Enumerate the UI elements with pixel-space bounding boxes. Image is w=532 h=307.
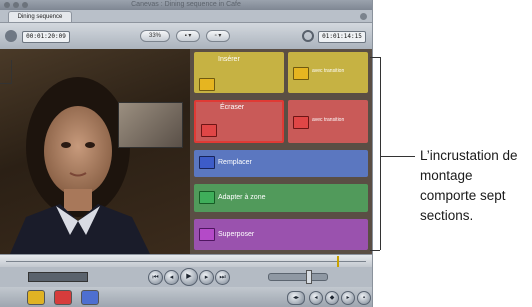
timecode-current[interactable]: 01:01:14:15 [318,31,366,43]
overlay-thumbnail [118,102,183,148]
section-label: Écraser [220,104,245,111]
replace-button[interactable] [81,290,99,305]
callout-pointer [381,156,415,157]
overlay-section-insert-with-transition[interactable]: avec transition [288,52,368,93]
canvas-window: Canevas : Dining sequence in Cafe Dining… [0,0,373,307]
jog-control[interactable] [268,273,328,281]
play-icon[interactable]: ▶ [180,268,198,286]
section-label: Adapter à zone [218,194,266,201]
window-title: Canevas : Dining sequence in Cafe [131,1,241,8]
tab-close-icon[interactable] [360,13,367,20]
video-frame-image [10,77,150,254]
overwrite-button[interactable] [54,290,72,305]
zoom-popup[interactable]: 33% [140,30,170,42]
bracket-bottom [370,250,380,251]
fit-to-fill-icon [199,191,215,204]
play-around-icon[interactable]: ▸ [199,270,214,285]
match-frame-icon[interactable]: ▪ [357,291,371,305]
scrubber-bar[interactable] [0,254,372,268]
section-sublabel: avec transition [312,117,345,123]
callout-line-left-vertical [11,60,12,84]
prev-edit-icon[interactable]: ⏮ [148,270,163,285]
transport-controls: ⏮ ◂ ▶ ▸ ⏭ [0,267,372,287]
overlay-section-overwrite[interactable]: Écraser [194,100,284,143]
mark-out-icon[interactable]: ▸ [341,291,355,305]
title-bar: Canevas : Dining sequence in Cafe [0,0,372,10]
insert-with-transition-icon [293,67,309,80]
timecode-duration[interactable]: 00:01:20:09 [22,31,70,43]
jog-handle[interactable] [306,270,312,284]
superimpose-icon [199,228,215,241]
mark-in-out-icon[interactable]: ◂▸ [287,291,305,305]
canvas-video [0,49,190,254]
edit-overlay: Insérer avec transition Écraser avec tra… [190,49,372,254]
bracket-top [370,57,380,58]
play-in-to-out-icon[interactable]: ◂ [164,270,179,285]
shuttle-control[interactable] [28,272,88,282]
add-marker-icon[interactable]: ◆ [325,291,339,305]
overlay-section-overwrite-with-transition[interactable]: avec transition [288,100,368,143]
overwrite-icon [201,124,217,137]
section-label: Insérer [218,56,240,63]
canvas-toolbar: 00:01:20:09 33% ▪ ▾ ▫ ▾ 01:01:14:15 [0,22,372,50]
mark-clip-icon[interactable]: ◂ [309,291,323,305]
overlay-section-fit-to-fill[interactable]: Adapter à zone [194,184,368,212]
overlay-section-insert[interactable]: Insérer [194,52,284,93]
current-time-icon [302,30,314,42]
overlay-section-superimpose[interactable]: Superposer [194,219,368,250]
section-label: Superposer [218,231,255,238]
overlay-section-replace[interactable]: Remplacer [194,150,368,177]
playhead[interactable] [337,256,339,267]
overwrite-with-transition-icon [293,116,309,129]
view-popup[interactable]: ▪ ▾ [176,30,200,42]
insert-icon [199,78,215,91]
bracket-vertical [380,57,381,250]
scrubber-track [6,261,366,262]
callout-text: L’incrustation de montage comporte sept … [420,148,518,223]
replace-icon [199,156,215,169]
section-sublabel: avec transition [312,68,345,74]
next-edit-icon[interactable]: ⏭ [215,270,230,285]
overlay-popup[interactable]: ▫ ▾ [206,30,230,42]
insert-button[interactable] [27,290,45,305]
section-label: Remplacer [218,159,252,166]
edit-buttons-bar: ◂▸ ◂ ◆ ▸ ▪ [0,287,372,307]
duration-icon [5,30,17,42]
